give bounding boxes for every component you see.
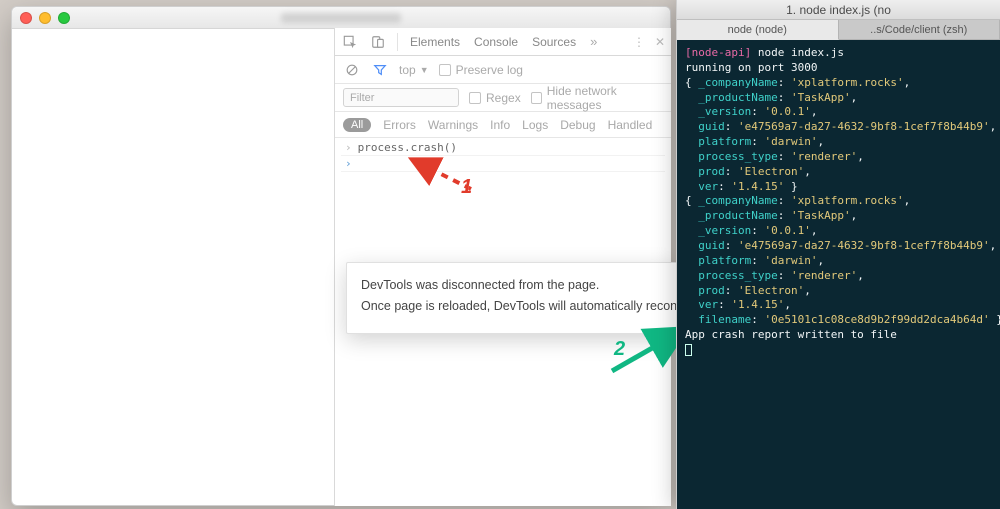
term-val: darwin [771,135,811,148]
console-prompt[interactable]: › [341,156,665,172]
disconnected-line2: Once page is reloaded, DevTools will aut… [361,296,663,317]
chip-warnings[interactable]: Warnings [428,118,478,132]
devtools-toolbar: top ▼ Preserve log [335,56,671,84]
checkbox-icon [469,92,481,104]
terminal-prompt-context: [node-api] [685,46,751,59]
regex-checkbox[interactable]: Regex [469,91,521,105]
clear-console-icon[interactable] [343,61,361,79]
terminal-tab-zsh[interactable]: ..s/Code/client (zsh) [839,20,1000,40]
terminal-line: running on port 3000 [685,61,817,74]
annotation-number-2: 2 [614,338,625,361]
term-val: TaskApp [798,209,844,222]
term-val: Electron [745,284,798,297]
devtools-level-chips: All Errors Warnings Info Logs Debug Hand… [335,112,671,138]
term-val: 0e5101c1c08ce8d9b2f99dd2dca4b64d [771,313,983,326]
term-val: 1.4.15 [738,180,778,193]
terminal-tabs: node (node) ..s/Code/client (zsh) [677,20,1000,40]
traffic-lights[interactable] [20,12,70,24]
hide-network-checkbox[interactable]: Hide network messages [531,84,663,112]
term-val: darwin [771,254,811,267]
chevron-down-icon: ▼ [420,65,429,75]
term-val: TaskApp [798,91,844,104]
console-command: process.crash() [358,141,457,154]
close-devtools-icon[interactable]: ✕ [655,35,665,49]
window-title-blurred [281,13,401,23]
filter-input[interactable]: Filter [343,88,459,107]
tab-sources[interactable]: Sources [530,33,578,51]
chip-all[interactable]: All [343,118,371,132]
tab-elements[interactable]: Elements [408,33,462,51]
inspect-icon[interactable] [341,33,359,51]
filter-placeholder: Filter [350,92,374,104]
devtools-console[interactable]: › process.crash() › [335,138,671,174]
chip-logs[interactable]: Logs [522,118,548,132]
chip-debug[interactable]: Debug [560,118,595,132]
context-label: top [399,63,416,77]
hide-network-label: Hide network messages [547,84,663,112]
terminal-tab-node[interactable]: node (node) [677,20,839,40]
console-history-line: › process.crash() [341,140,665,156]
terminal-command: node index.js [758,46,844,59]
filter-icon[interactable] [371,61,389,79]
kebab-icon[interactable]: ⋮ [633,35,645,49]
regex-label: Regex [486,91,521,105]
terminal-titlebar: 1. node index.js (no [677,0,1000,20]
preserve-log-checkbox[interactable]: Preserve log [439,63,523,77]
terminal-output[interactable]: [node-api] node index.js running on port… [677,40,1000,509]
term-val: renderer [798,269,851,282]
close-icon[interactable] [20,12,32,24]
term-val: e47569a7-da27-4632-9bf8-1cef7f8b44b9 [745,239,983,252]
chip-handled[interactable]: Handled [608,118,653,132]
tab-console[interactable]: Console [472,33,520,51]
preserve-log-label: Preserve log [456,63,523,77]
cursor-icon [685,344,692,356]
chip-info[interactable]: Info [490,118,510,132]
term-val: 0.0.1 [771,105,804,118]
term-val: e47569a7-da27-4632-9bf8-1cef7f8b44b9 [745,120,983,133]
chip-errors[interactable]: Errors [383,118,416,132]
term-val: 1.4.15 [738,298,778,311]
minimize-icon[interactable] [39,12,51,24]
devtools-tabbar: Elements Console Sources » ⋮ ✕ [335,28,671,56]
context-dropdown[interactable]: top ▼ [399,63,429,77]
term-val: xplatform.rocks [798,194,897,207]
terminal-window: 1. node index.js (no node (node) ..s/Cod… [676,0,1000,509]
term-val: Electron [745,165,798,178]
disconnected-line1: DevTools was disconnected from the page. [361,275,663,296]
tabs-overflow-icon[interactable]: » [590,34,597,49]
devtools-disconnected-card: DevTools was disconnected from the page.… [346,262,678,334]
term-val: 0.0.1 [771,224,804,237]
zoom-icon[interactable] [58,12,70,24]
terminal-window-title: 1. node index.js (no [786,3,891,17]
devtools-filterbar: Filter Regex Hide network messages [335,84,671,112]
term-val: renderer [798,150,851,163]
annotation-number-1: 1 [461,176,472,199]
term-val: xplatform.rocks [798,76,897,89]
device-icon[interactable] [369,33,387,51]
chevron-right-icon: › [345,157,352,170]
mac-titlebar [12,7,670,29]
chevron-right-icon: › [345,141,352,154]
checkbox-icon [531,92,542,104]
checkbox-icon [439,64,451,76]
terminal-crash-line: App crash report written to file [685,328,897,341]
